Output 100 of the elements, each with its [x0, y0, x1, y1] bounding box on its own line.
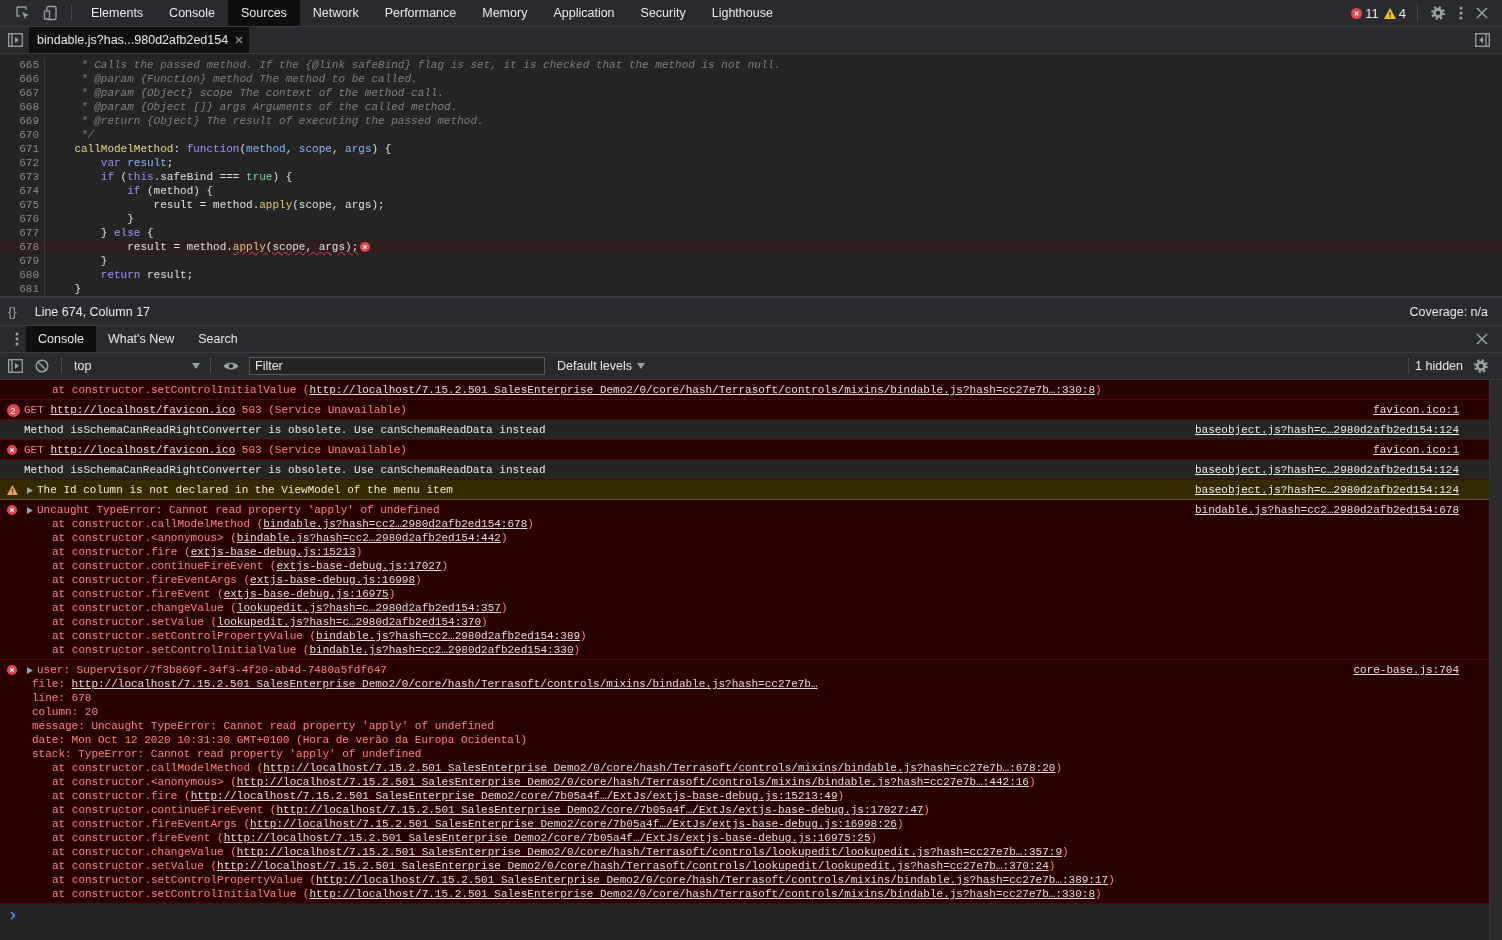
- message-text: at constructor.<anonymous> (http://localhost/7.15.2.501 SalesEnterprise Demo2/0/core/hash/Terrasoft/controls/mixins/bindable.js?hash=cc27e7b…:442:16): [52, 775, 1036, 789]
- cursor-position: Line 674, Column 17: [34, 304, 151, 319]
- code-line: * @param {Function} method The method to be called.: [80, 72, 418, 86]
- source-link[interactable]: http://localhost/7.15.2.501 SalesEnterprise Demo2/0/core/hash/Terrasoft/controls/mixins/bindable.js?hash=cc27e7b…:330:8: [309, 888, 1095, 900]
- panel-tab[interactable]: Elements: [78, 0, 157, 26]
- more-icon[interactable]: [14, 331, 20, 347]
- source-link[interactable]: bindable.js?hash=cc2…2980d2afb2ed154:389: [316, 630, 581, 642]
- line-number: 670: [0, 128, 45, 142]
- source-link[interactable]: http://localhost/favicon.ico: [50, 444, 236, 456]
- close-icon[interactable]: [1476, 333, 1488, 345]
- message-text: at constructor.setControlInitialValue (bindable.js?hash=cc2…2980d2afb2ed154:330): [52, 643, 581, 657]
- source-link[interactable]: baseobject.js?hash=c…2980d2afb2ed154:124: [1194, 483, 1459, 497]
- context-select[interactable]: top: [68, 359, 204, 373]
- source-link[interactable]: bindable.js?hash=cc2…2980d2afb2ed154:442: [236, 532, 501, 544]
- message-text: at constructor.continueFireEvent (http://localhost/7.15.2.501 SalesEnterprise Demo2/core/7b05a4f…/ExtJs/extjs-base-debug.js:17027:47): [52, 803, 930, 817]
- drawer-tab[interactable]: What's New: [95, 326, 187, 352]
- source-link[interactable]: extjs-base-debug.js:15213: [190, 546, 356, 558]
- clear-console-icon[interactable]: [35, 359, 49, 373]
- eye-icon[interactable]: [223, 361, 239, 371]
- panel-tab[interactable]: Network: [299, 0, 372, 26]
- source-link[interactable]: core-base.js:704: [1353, 663, 1459, 677]
- source-link[interactable]: bindable.js?hash=cc2…2980d2afb2ed154:330: [309, 644, 574, 656]
- source-link[interactable]: http://localhost/7.15.2.501 SalesEnterprise Demo2/core/7b05a4f…/ExtJs/extjs-base-debug.js:15213:49: [190, 790, 838, 802]
- message-text: message: Uncaught TypeError: Cannot read property 'apply' of undefined: [32, 719, 495, 733]
- source-link[interactable]: http://localhost/7.15.2.501 SalesEnterprise Demo2/0/core/hash/Terrasoft/controls/mixins/bindable.js?hash=cc27e7b…:330:8: [309, 384, 1095, 396]
- message-text: at constructor.fireEventArgs (http://localhost/7.15.2.501 SalesEnterprise Demo2/core/7b05a4f…/ExtJs/extjs-base-debug.js:16998:26): [52, 817, 904, 831]
- close-icon[interactable]: [1476, 7, 1488, 19]
- source-link[interactable]: lookupedit.js?hash=c…2980d2afb2ed154:370: [217, 616, 482, 628]
- pretty-print-button[interactable]: {}: [8, 304, 17, 319]
- code-line: result = method.apply(scope, args);: [152, 198, 385, 212]
- source-link[interactable]: http://localhost/7.15.2.501 SalesEnterprise Demo2/core/7b05a4f…/ExtJs/extjs-base-debug.js:16975:25: [223, 832, 871, 844]
- source-link[interactable]: bindable.js?hash=cc2…2980d2afb2ed154:678: [1194, 503, 1459, 517]
- source-link[interactable]: http://localhost/7.15.2.501 SalesEnterprise Demo2/0/core/hash/Terrasoft/controls/mixins/bindable.js?hash=cc27e7b…:389:17: [316, 874, 1109, 886]
- drawer-tab[interactable]: Search: [186, 326, 250, 352]
- source-link[interactable]: favicon.ico:1: [1373, 403, 1459, 417]
- panel-tab[interactable]: Memory: [469, 0, 541, 26]
- settings-icon[interactable]: [1473, 358, 1489, 374]
- source-link[interactable]: lookupedit.js?hash=c…2980d2afb2ed154:357: [236, 602, 501, 614]
- source-link[interactable]: favicon.ico:1: [1373, 443, 1459, 457]
- source-link[interactable]: http://localhost/7.15.2.501 SalesEnterprise Demo2/0/core/hash/Terrasoft/controls/mixins/bindable.js?hash=cc27e7b…: [71, 678, 818, 690]
- code-line: } else {: [99, 226, 154, 240]
- error-icon: [7, 505, 17, 515]
- code-line: if (this.safeBind === true) {: [99, 170, 293, 184]
- scrollbar[interactable]: [1489, 380, 1502, 940]
- source-link[interactable]: baseobject.js?hash=c…2980d2afb2ed154:124: [1194, 423, 1459, 437]
- line-number: 666: [0, 72, 45, 86]
- message-text: stack: TypeError: Cannot read property 'apply' of undefined: [32, 747, 422, 761]
- source-link[interactable]: http://localhost/7.15.2.501 SalesEnterprise Demo2/0/core/hash/Terrasoft/controls/lookupedit/lookupedit.js?hash=cc27e7b…:357:9: [236, 846, 1062, 858]
- levels-dropdown[interactable]: Default levels: [553, 359, 650, 373]
- expand-icon[interactable]: [27, 506, 33, 514]
- message-text: at constructor.fire (http://localhost/7.15.2.501 SalesEnterprise Demo2/core/7b05a4f…/ExtJs/extjs-base-debug.js:15213:49): [52, 789, 845, 803]
- source-link[interactable]: extjs-base-debug.js:16975: [223, 588, 389, 600]
- panel-tab[interactable]: Application: [540, 0, 628, 26]
- expand-icon[interactable]: [27, 666, 33, 674]
- source-link[interactable]: baseobject.js?hash=c…2980d2afb2ed154:124: [1194, 463, 1459, 477]
- line-number: 671: [0, 142, 45, 156]
- close-icon[interactable]: [235, 36, 244, 44]
- source-link[interactable]: http://localhost/7.15.2.501 SalesEnterprise Demo2/0/core/hash/Terrasoft/controls/lookupedit/lookupedit.js?hash=cc27e7b…:370:24: [217, 860, 1049, 872]
- panel-tab[interactable]: Lighthouse: [698, 0, 786, 26]
- repeat-count-badge: 2: [6, 404, 20, 417]
- panel-tab[interactable]: Performance: [371, 0, 470, 26]
- source-link[interactable]: http://localhost/7.15.2.501 SalesEnterprise Demo2/core/7b05a4f…/ExtJs/extjs-base-debug.js:17027:47: [276, 804, 924, 816]
- settings-icon[interactable]: [1430, 5, 1446, 21]
- panel-tab[interactable]: Security: [627, 0, 699, 26]
- hidden-count: 1 hidden: [1415, 359, 1463, 373]
- source-link[interactable]: extjs-base-debug.js:16998: [250, 574, 416, 586]
- file-tab-label[interactable]: bindable.js?has...980d2afb2ed154: [37, 33, 229, 47]
- filter-field[interactable]: Filter: [249, 357, 545, 375]
- panel-tab[interactable]: Console: [156, 0, 228, 26]
- source-link[interactable]: http://localhost/7.15.2.501 SalesEnterprise Demo2/core/7b05a4f…/ExtJs/extjs-base-debug.js:16998:26: [250, 818, 897, 830]
- file-tab[interactable]: bindable.js?has...980d2afb2ed154: [29, 27, 250, 53]
- error-count: 11: [1365, 5, 1379, 21]
- code-line: */: [80, 128, 95, 142]
- code-line: }: [99, 254, 108, 268]
- message-text: at constructor.changeValue (http://localhost/7.15.2.501 SalesEnterprise Demo2/0/core/hash/Terrasoft/controls/lookupedit/lookupedit.js?hash=cc27e7b…:357:9): [52, 845, 1069, 859]
- line-number: 673: [0, 170, 45, 184]
- message-text: GET http://localhost/favicon.ico 503 (Service Unavailable): [24, 443, 407, 457]
- message-text: at constructor.setControlInitialValue (http://localhost/7.15.2.501 SalesEnterprise Demo2/0/core/hash/Terrasoft/controls/mixins/bindable.js?hash=cc27e7b…:330:8): [52, 383, 1102, 397]
- panel-toggle-icon[interactable]: [1475, 33, 1490, 47]
- source-link[interactable]: extjs-base-debug.js:17027: [276, 560, 442, 572]
- message-text: line: 678: [32, 691, 92, 705]
- line-number: 681: [0, 282, 45, 296]
- navigator-toggle-icon[interactable]: [8, 33, 23, 47]
- error-icon: [360, 242, 371, 252]
- more-icon[interactable]: [1458, 5, 1464, 21]
- drawer-tab[interactable]: Console: [26, 326, 96, 352]
- device-icon[interactable]: [43, 5, 59, 21]
- code-line: var result;: [99, 156, 174, 170]
- message-text: at constructor.setControlPropertyValue (http://localhost/7.15.2.501 SalesEnterprise Demo2/0/core/hash/Terrasoft/controls/mixins/bindable.js?hash=cc27e7b…:389:17): [52, 873, 1115, 887]
- source-link[interactable]: http://localhost/7.15.2.501 SalesEnterprise Demo2/0/core/hash/Terrasoft/controls/mixins/bindable.js?hash=cc27e7b…:442:16: [236, 776, 1029, 788]
- message-text: column: 20: [32, 705, 98, 719]
- sidebar-toggle-icon[interactable]: [8, 359, 23, 373]
- code-line: result = method.apply(scope, args);: [126, 240, 359, 254]
- source-link[interactable]: http://localhost/7.15.2.501 SalesEnterprise Demo2/0/core/hash/Terrasoft/controls/mixins/bindable.js?hash=cc27e7b…:678:20: [263, 762, 1056, 774]
- expand-icon[interactable]: [27, 486, 33, 494]
- inspect-icon[interactable]: [15, 5, 31, 21]
- message-text: at constructor.callModelMethod (bindable.js?hash=cc2…2980d2afb2ed154:678): [52, 517, 534, 531]
- source-link[interactable]: http://localhost/favicon.ico: [50, 404, 236, 416]
- panel-tab[interactable]: Sources: [228, 0, 300, 26]
- source-link[interactable]: bindable.js?hash=cc2…2980d2afb2ed154:678: [263, 518, 528, 530]
